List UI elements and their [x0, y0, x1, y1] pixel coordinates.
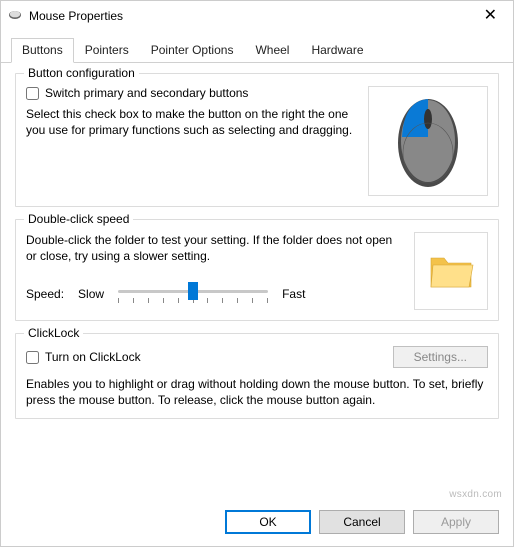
tab-pointer-options[interactable]: Pointer Options: [140, 38, 245, 63]
speed-label: Speed:: [26, 287, 64, 301]
mouse-properties-window: Mouse Properties ✕ Buttons Pointers Poin…: [0, 0, 514, 547]
double-click-speed-slider[interactable]: [118, 282, 268, 306]
speed-slow-label: Slow: [78, 287, 104, 301]
tab-content: Button configuration Switch primary and …: [1, 63, 513, 500]
group-button-configuration: Button configuration Switch primary and …: [15, 73, 499, 207]
switch-buttons-checkbox[interactable]: [26, 87, 39, 100]
ok-button[interactable]: OK: [225, 510, 311, 534]
mouse-preview: [368, 86, 488, 196]
watermark: wsxdn.com: [449, 489, 502, 500]
group-legend: Double-click speed: [24, 212, 133, 226]
switch-buttons-label: Switch primary and secondary buttons: [45, 86, 248, 100]
titlebar-left: Mouse Properties: [7, 9, 123, 24]
group-clicklock: ClickLock Turn on ClickLock Settings... …: [15, 333, 499, 419]
button-config-help: Select this check box to make the button…: [26, 106, 358, 138]
cancel-button[interactable]: Cancel: [319, 510, 405, 534]
clicklock-settings-button: Settings...: [393, 346, 488, 368]
double-click-test-folder[interactable]: [414, 232, 488, 310]
window-title: Mouse Properties: [29, 9, 123, 23]
group-double-click-speed: Double-click speed Double-click the fold…: [15, 219, 499, 321]
dialog-button-row: OK Cancel Apply: [1, 500, 513, 546]
tab-pointers[interactable]: Pointers: [74, 38, 140, 63]
tab-hardware[interactable]: Hardware: [300, 38, 374, 63]
apply-button: Apply: [413, 510, 499, 534]
double-click-help: Double-click the folder to test your set…: [26, 232, 398, 264]
speed-row: Speed: Slow Fast: [26, 282, 398, 306]
mouse-icon: [7, 9, 23, 24]
titlebar: Mouse Properties ✕: [1, 1, 513, 31]
folder-icon: [428, 251, 474, 291]
group-legend: ClickLock: [24, 326, 83, 340]
tab-strip: Buttons Pointers Pointer Options Wheel H…: [1, 31, 513, 63]
tab-buttons[interactable]: Buttons: [11, 38, 74, 63]
clicklock-label: Turn on ClickLock: [45, 350, 141, 364]
clicklock-checkbox[interactable]: [26, 351, 39, 364]
slider-thumb[interactable]: [188, 282, 198, 300]
speed-fast-label: Fast: [282, 287, 305, 301]
tab-wheel[interactable]: Wheel: [244, 38, 300, 63]
group-legend: Button configuration: [24, 66, 139, 80]
close-button[interactable]: ✕: [476, 4, 505, 28]
mouse-illustration-icon: [393, 93, 463, 189]
clicklock-help: Enables you to highlight or drag without…: [26, 376, 488, 408]
